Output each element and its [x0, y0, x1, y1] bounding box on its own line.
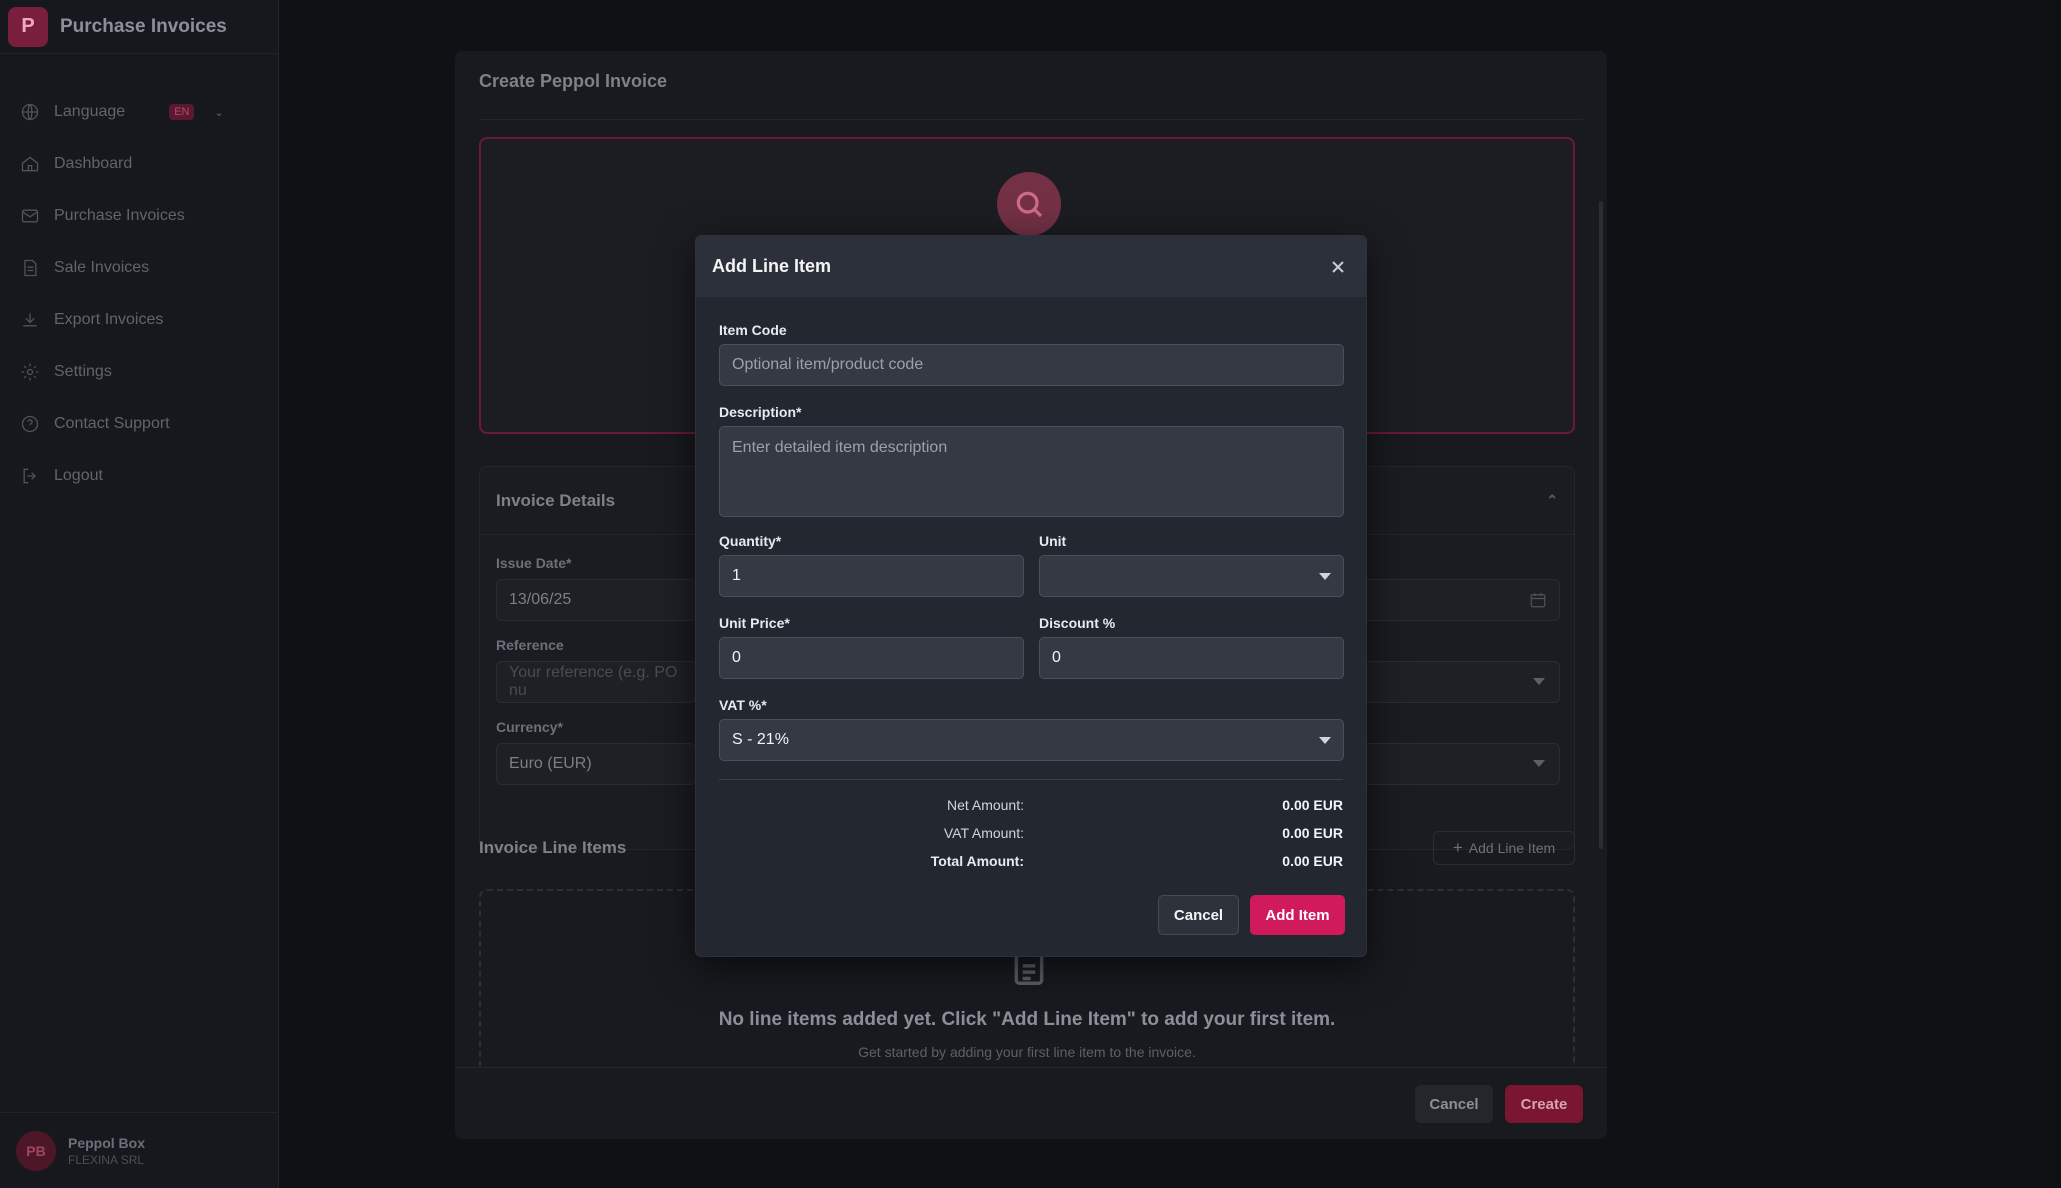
select-field[interactable] [1360, 743, 1560, 785]
description-label: Description* [719, 404, 802, 420]
due-date-field[interactable] [1360, 579, 1560, 621]
chevron-down-icon: ⌄ [214, 106, 224, 119]
search-icon [997, 172, 1061, 236]
language-badge: EN [169, 104, 195, 120]
caret-down-icon [1533, 678, 1545, 685]
line-items-title: Invoice Line Items [479, 838, 627, 857]
add-line-item-modal: Add Line Item Item Code Description* Qua… [695, 235, 1367, 957]
vat-label: VAT %* [719, 697, 767, 713]
sidebar-item-label: Export Invoices [54, 311, 164, 328]
cancel-button[interactable]: Cancel [1415, 1085, 1493, 1123]
total-amount-value: 0.00 EUR [1282, 853, 1343, 869]
reference-label: Reference [496, 637, 564, 653]
empty-state-subtitle: Get started by adding your first line it… [858, 1044, 1196, 1060]
issue-date-label: Issue Date* [496, 555, 572, 571]
sidebar-item-settings[interactable]: Settings [0, 346, 278, 398]
logout-icon [23, 468, 36, 484]
mail-icon [21, 209, 39, 223]
chevron-up-icon: ⌃ [1546, 492, 1558, 508]
select-field[interactable] [1360, 661, 1560, 703]
calendar-icon [1530, 593, 1546, 608]
sidebar-item-sale-invoices[interactable]: Sale Invoices [0, 242, 278, 294]
caret-down-icon [1533, 760, 1545, 767]
sidebar-item-language[interactable]: Language EN ⌄ [0, 86, 278, 138]
app-logo: P [8, 6, 48, 47]
sidebar-item-contact-support[interactable]: Contact Support [0, 398, 278, 450]
net-amount-value: 0.00 EUR [1282, 797, 1343, 813]
vat-amount-label: VAT Amount: [943, 825, 1024, 841]
close-button[interactable] [1326, 255, 1350, 279]
user-profile[interactable]: PB Peppol Box FLEXINA SRL [0, 1112, 278, 1188]
vat-select[interactable]: S - 21% [719, 719, 1344, 761]
sidebar-title: Purchase Invoices [60, 15, 227, 37]
sidebar: P Purchase Invoices Language EN ⌄ Dashbo… [0, 0, 279, 1188]
help-icon [21, 415, 39, 433]
sidebar-item-label: Logout [54, 467, 103, 484]
unit-select[interactable] [1039, 555, 1344, 597]
sidebar-item-label: Language [54, 103, 126, 120]
sidebar-item-label: Dashboard [54, 155, 133, 172]
globe-icon [21, 103, 39, 121]
sidebar-header: P Purchase Invoices [0, 0, 278, 54]
panel-footer: Cancel Create [455, 1067, 1607, 1139]
description-textarea[interactable] [719, 426, 1344, 517]
total-amount-label: Total Amount: [930, 853, 1024, 869]
close-icon [1332, 260, 1344, 273]
sidebar-item-label: Purchase Invoices [54, 207, 185, 224]
sidebar-item-label: Sale Invoices [54, 259, 150, 276]
user-name: Peppol Box [68, 1134, 146, 1151]
quantity-input[interactable]: 1 [719, 555, 1024, 597]
sidebar-item-label: Contact Support [54, 415, 170, 432]
divider [719, 779, 1343, 780]
item-code-label: Item Code [719, 322, 787, 338]
plus-icon: + [1452, 838, 1463, 857]
button-label: Add Line Item [1468, 840, 1556, 856]
sidebar-nav: Language EN ⌄ Dashboard Purchase Invoice… [0, 86, 278, 502]
unit-price-label: Unit Price* [719, 615, 790, 631]
app-root: P Purchase Invoices Language EN ⌄ Dashbo… [0, 0, 2061, 1188]
currency-select[interactable]: Euro (EUR) [496, 743, 696, 785]
net-amount-label: Net Amount: [946, 797, 1024, 813]
cancel-button[interactable]: Cancel [1158, 895, 1239, 935]
item-code-input[interactable] [719, 344, 1344, 386]
caret-down-icon [1319, 737, 1331, 744]
modal-title: Add Line Item [712, 256, 832, 276]
user-org: FLEXINA SRL [68, 1152, 145, 1167]
section-title: Invoice Details [496, 490, 616, 510]
add-line-item-button[interactable]: + Add Line Item [1433, 831, 1575, 865]
caret-down-icon [1319, 573, 1331, 580]
reference-field[interactable]: Your reference (e.g. PO nu [496, 661, 696, 703]
unit-label: Unit [1039, 533, 1067, 549]
scrollbar[interactable] [1599, 201, 1603, 849]
sidebar-item-logout[interactable]: Logout [0, 450, 278, 502]
sidebar-item-dashboard[interactable]: Dashboard [0, 138, 278, 190]
gear-icon [21, 363, 39, 381]
divider [479, 119, 1583, 120]
panel-title: Create Peppol Invoice [479, 71, 668, 91]
sidebar-item-export-invoices[interactable]: Export Invoices [0, 294, 278, 346]
unit-price-input[interactable]: 0 [719, 637, 1024, 679]
quantity-label: Quantity* [719, 533, 782, 549]
avatar: PB [16, 1130, 56, 1171]
sidebar-item-purchase-invoices[interactable]: Purchase Invoices [0, 190, 278, 242]
discount-input[interactable]: 0 [1039, 637, 1344, 679]
add-item-button[interactable]: Add Item [1250, 895, 1345, 935]
currency-label: Currency* [496, 719, 563, 735]
modal-header: Add Line Item [696, 236, 1366, 297]
vat-amount-value: 0.00 EUR [1282, 825, 1343, 841]
download-icon [23, 313, 37, 327]
vat-value: S - 21% [732, 731, 789, 748]
issue-date-field[interactable]: 13/06/25 [496, 579, 696, 621]
sidebar-item-label: Settings [54, 363, 112, 380]
discount-label: Discount % [1039, 615, 1116, 631]
document-icon [24, 259, 37, 277]
home-icon [21, 156, 39, 172]
empty-state-title: No line items added yet. Click "Add Line… [718, 1009, 1336, 1030]
create-button[interactable]: Create [1505, 1085, 1583, 1123]
